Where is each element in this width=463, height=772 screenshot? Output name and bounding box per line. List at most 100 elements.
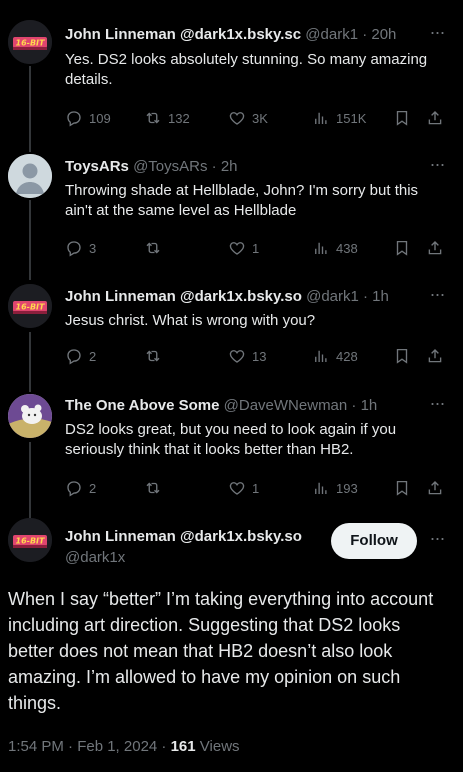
- share-icon: [426, 109, 444, 127]
- share-icon: [426, 479, 444, 497]
- bookmark-button[interactable]: [393, 108, 411, 128]
- tweet-header: ToysARs @ToysARs · 2h: [65, 157, 455, 177]
- retweet-button[interactable]: [144, 346, 168, 366]
- avatar[interactable]: [8, 518, 52, 562]
- tweet-text: DS2 looks great, but you need to look ag…: [65, 421, 397, 458]
- author-handle[interactable]: @dark1 · 1h: [306, 288, 389, 305]
- tweet-text: Yes. DS2 looks absolutely stunning. So m…: [65, 51, 428, 88]
- like-button[interactable]: 3K: [228, 108, 268, 128]
- more-icon[interactable]: ···: [427, 529, 447, 551]
- views-count: 151K: [336, 110, 367, 126]
- tweet-actions: 2 1 193: [65, 478, 447, 498]
- like-button[interactable]: 13: [228, 346, 266, 366]
- retweet-icon: [144, 239, 162, 257]
- views-icon: [312, 347, 330, 365]
- like-count: 1: [252, 240, 260, 256]
- default-avatar-icon: [8, 154, 52, 198]
- thread-line: [29, 200, 31, 280]
- views-label: Views: [195, 738, 240, 755]
- retweet-icon: [144, 347, 162, 365]
- like-icon: [228, 239, 246, 257]
- bookmark-button[interactable]: [393, 478, 411, 498]
- share-button[interactable]: [426, 346, 444, 366]
- reply-button[interactable]: 109: [65, 108, 111, 128]
- tweet-header: The One Above Some @DaveWNewman · 1h: [65, 396, 455, 416]
- retweet-icon: [144, 479, 162, 497]
- share-icon: [426, 347, 444, 365]
- avatar[interactable]: [8, 20, 52, 64]
- author-name[interactable]: The One Above Some: [65, 397, 219, 414]
- bookmark-icon: [393, 479, 411, 497]
- reply-icon: [65, 347, 83, 365]
- retweet-button[interactable]: [144, 478, 168, 498]
- share-button[interactable]: [426, 108, 444, 128]
- retweet-button[interactable]: [144, 238, 168, 258]
- views-count: 438: [336, 240, 358, 256]
- reply-count: 109: [89, 110, 111, 126]
- views-count: 193: [336, 480, 358, 496]
- more-icon[interactable]: ···: [427, 23, 447, 45]
- like-button[interactable]: 1: [228, 478, 259, 498]
- views-button[interactable]: 193: [312, 478, 358, 498]
- views-button[interactable]: 151K: [312, 108, 366, 128]
- tweet-meta: 1:54 PM · Feb 1, 2024 · 161 Views: [8, 737, 240, 757]
- reply-count: 2: [89, 348, 97, 364]
- bookmark-icon: [393, 109, 411, 127]
- views-count: 161: [170, 738, 196, 755]
- like-icon: [228, 347, 246, 365]
- tweet-actions: 2 13 428: [65, 346, 447, 366]
- author-name[interactable]: John Linneman @dark1x.bsky.so: [65, 527, 318, 547]
- views-button[interactable]: 438: [312, 238, 358, 258]
- author-name[interactable]: John Linneman @dark1x.bsky.so: [65, 288, 302, 305]
- views-icon: [312, 239, 330, 257]
- like-count: 1: [252, 480, 260, 496]
- thread-line: [29, 442, 31, 518]
- like-button[interactable]: 1: [228, 238, 259, 258]
- bookmark-button[interactable]: [393, 346, 411, 366]
- like-count: 3K: [252, 110, 268, 126]
- views-icon: [312, 479, 330, 497]
- author-handle[interactable]: @ToysARs · 2h: [133, 158, 237, 175]
- reply-icon: [65, 109, 83, 127]
- bookmark-icon: [393, 239, 411, 257]
- follow-button[interactable]: Follow: [331, 523, 417, 559]
- tweet-header: John Linneman @dark1x.bsky.so @dark1 · 1…: [65, 287, 455, 307]
- timestamp[interactable]: 1:54 PM · Feb 1, 2024 ·: [8, 738, 171, 755]
- retweet-count: 132: [168, 110, 190, 126]
- more-icon[interactable]: ···: [427, 155, 447, 177]
- main-tweet-text: When I say “better” I’m taking everythin…: [8, 589, 434, 713]
- retweet-icon: [144, 109, 162, 127]
- reply-count: 3: [89, 240, 97, 256]
- like-icon: [228, 109, 246, 127]
- share-button[interactable]: [426, 238, 444, 258]
- reply-icon: [65, 479, 83, 497]
- like-count: 13: [252, 348, 267, 364]
- share-button[interactable]: [426, 478, 444, 498]
- like-icon: [228, 479, 246, 497]
- author-handle[interactable]: @DaveWNewman · 1h: [224, 397, 378, 414]
- author-name[interactable]: ToysARs: [65, 158, 129, 175]
- reply-button[interactable]: 2: [65, 346, 96, 366]
- tweet-text: Throwing shade at Hellblade, John? I'm s…: [65, 182, 419, 219]
- tweet-actions: 109 132 3K 151K: [65, 108, 447, 128]
- author-handle[interactable]: @dark1 · 20h: [305, 26, 396, 43]
- bookmark-icon: [393, 347, 411, 365]
- share-icon: [426, 239, 444, 257]
- reply-button[interactable]: 2: [65, 478, 96, 498]
- tweet-header: John Linneman @dark1x.bsky.sc @dark1 · 2…: [65, 25, 455, 45]
- author-name[interactable]: John Linneman @dark1x.bsky.sc: [65, 26, 301, 43]
- more-icon[interactable]: ···: [427, 285, 447, 307]
- tweet-actions: 3 1 438: [65, 238, 447, 258]
- views-count: 428: [336, 348, 358, 364]
- views-button[interactable]: 428: [312, 346, 358, 366]
- more-icon[interactable]: ···: [427, 394, 447, 416]
- bookmark-button[interactable]: [393, 238, 411, 258]
- reply-icon: [65, 239, 83, 257]
- avatar[interactable]: [8, 284, 52, 328]
- reply-count: 2: [89, 480, 97, 496]
- views-icon: [312, 109, 330, 127]
- retweet-button[interactable]: 132: [144, 108, 190, 128]
- reply-button[interactable]: 3: [65, 238, 96, 258]
- avatar[interactable]: [8, 394, 52, 438]
- avatar[interactable]: [8, 154, 52, 198]
